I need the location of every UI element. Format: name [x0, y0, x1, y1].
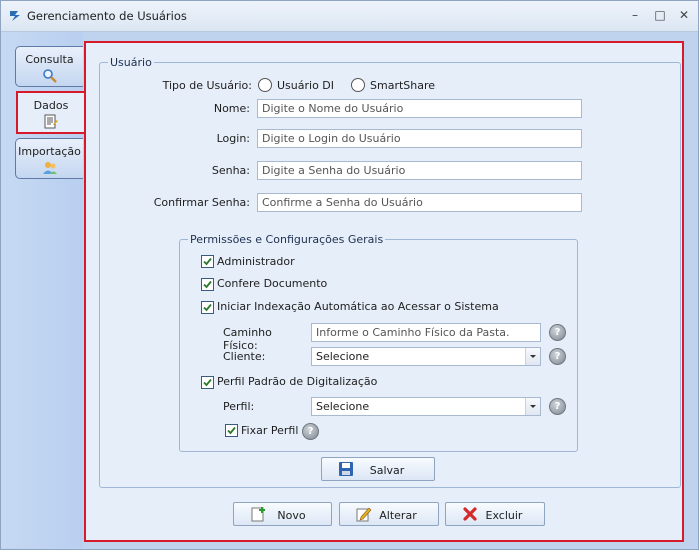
- checkmark-icon: [203, 280, 212, 289]
- administrador-checkbox[interactable]: [201, 255, 214, 268]
- caminho-fisico-label: Caminho Físico:: [223, 326, 272, 352]
- main-window: Gerenciamento de Usuários – □ ✕ Consulta…: [0, 0, 699, 550]
- novo-button-label: Novo: [277, 509, 306, 522]
- sidebar: Consulta Dados Importação: [1, 32, 86, 548]
- perfil-select-value: Selecione: [316, 400, 370, 413]
- confirmar-senha-input[interactable]: Confirme a Senha do Usuário: [257, 193, 582, 212]
- chevron-down-icon: [525, 398, 540, 415]
- tab-importacao[interactable]: Importação: [15, 138, 83, 179]
- salvar-button[interactable]: Salvar: [321, 457, 435, 481]
- checkmark-icon: [203, 378, 212, 387]
- document-icon: [44, 114, 58, 129]
- indexacao-checkbox[interactable]: [201, 301, 214, 314]
- help-caminho-icon[interactable]: ?: [549, 324, 566, 341]
- alterar-button[interactable]: Alterar: [339, 502, 439, 526]
- app-logo-icon: [10, 11, 20, 21]
- chevron-down-icon: [525, 348, 540, 365]
- cliente-label: Cliente:: [223, 350, 266, 363]
- magnifier-icon: [42, 69, 57, 83]
- help-cliente-icon[interactable]: ?: [549, 348, 566, 365]
- checkmark-icon: [227, 426, 236, 435]
- excluir-button[interactable]: Excluir: [445, 502, 545, 526]
- help-perfil-icon[interactable]: ?: [549, 398, 566, 415]
- login-label: Login:: [216, 132, 250, 145]
- confere-documento-checkbox[interactable]: [201, 278, 214, 291]
- users-icon: [42, 162, 57, 174]
- perfil-select[interactable]: Selecione: [311, 397, 541, 416]
- radio-usuario-di-label: Usuário DI: [277, 79, 335, 92]
- user-group-legend: Usuário: [110, 56, 152, 69]
- novo-button[interactable]: Novo: [233, 502, 332, 526]
- fixar-perfil-label: Fixar Perfil: [241, 424, 299, 437]
- radio-usuario-di[interactable]: [258, 78, 272, 92]
- tab-dados[interactable]: Dados: [16, 91, 86, 134]
- nome-label: Nome:: [213, 102, 250, 115]
- cliente-select-value: Selecione: [316, 350, 370, 363]
- tipo-usuario-label: Tipo de Usuário:: [162, 79, 252, 92]
- login-input[interactable]: Digite o Login do Usuário: [257, 129, 582, 148]
- radio-smartshare-label: SmartShare: [370, 79, 436, 92]
- perfil-padrao-checkbox[interactable]: [201, 376, 214, 389]
- data-panel: Usuário Tipo de Usuário: Usuário DI Smar…: [84, 41, 684, 542]
- administrador-label: Administrador: [217, 255, 295, 268]
- tab-importacao-label: Importação: [18, 145, 81, 158]
- perfil-label: Perfil:: [223, 400, 255, 413]
- senha-input[interactable]: Digite a Senha do Usuário: [257, 161, 582, 180]
- window-title: Gerenciamento de Usuários: [27, 9, 187, 23]
- minimize-button[interactable]: –: [625, 7, 645, 23]
- nome-input[interactable]: Digite o Nome do Usuário: [257, 99, 582, 118]
- perfil-padrao-label: Perfil Padrão de Digitalização: [217, 375, 378, 388]
- cliente-select[interactable]: Selecione: [311, 347, 541, 366]
- caminho-fisico-input[interactable]: Informe o Caminho Físico da Pasta.: [311, 323, 541, 342]
- senha-label: Senha:: [211, 164, 250, 177]
- confere-documento-label: Confere Documento: [217, 277, 328, 290]
- title-bar: Gerenciamento de Usuários – □ ✕: [1, 1, 698, 32]
- radio-smartshare[interactable]: [351, 78, 365, 92]
- fixar-perfil-checkbox[interactable]: [225, 424, 238, 437]
- maximize-button[interactable]: □: [650, 7, 670, 23]
- checkmark-icon: [203, 303, 212, 312]
- help-fixar-icon[interactable]: ?: [302, 423, 319, 440]
- tab-dados-label: Dados: [33, 99, 69, 112]
- tab-consulta[interactable]: Consulta: [15, 46, 83, 87]
- close-button[interactable]: ✕: [674, 7, 694, 23]
- excluir-button-label: Excluir: [485, 509, 523, 522]
- indexacao-label: Iniciar Indexação Automática ao Acessar …: [217, 300, 499, 313]
- checkmark-icon: [203, 257, 212, 266]
- tab-consulta-label: Consulta: [25, 53, 74, 66]
- perms-group-legend: Permissões e Configurações Gerais: [190, 233, 384, 246]
- salvar-button-label: Salvar: [369, 464, 405, 477]
- confirmar-senha-label: Confirmar Senha:: [153, 196, 250, 209]
- alterar-button-label: Alterar: [379, 509, 417, 522]
